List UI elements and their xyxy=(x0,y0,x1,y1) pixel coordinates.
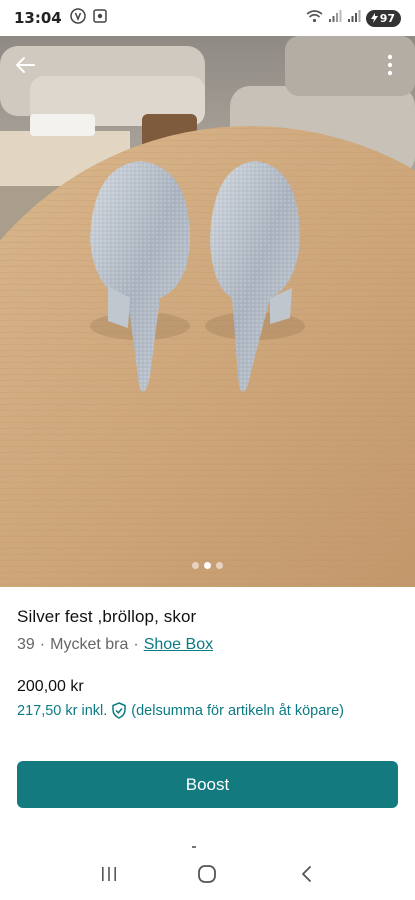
status-time: 13:04 xyxy=(14,9,62,27)
brand-link[interactable]: Shoe Box xyxy=(144,636,213,654)
gallery-indicator xyxy=(0,562,415,569)
status-bar: 13:04 97 xyxy=(0,0,415,36)
product-image xyxy=(0,36,415,587)
listing-size: 39 xyxy=(17,636,35,653)
screenshot-icon xyxy=(92,8,108,29)
product-photo[interactable] xyxy=(0,36,415,587)
charging-icon xyxy=(370,13,378,23)
nav-home-button[interactable] xyxy=(187,854,227,894)
meta-separator: · xyxy=(39,636,46,653)
more-vertical-icon xyxy=(387,54,393,76)
boost-button[interactable]: Boost xyxy=(17,761,398,808)
chevron-left-icon xyxy=(301,866,311,882)
nav-recents-button[interactable] xyxy=(89,854,129,894)
status-notification-icons xyxy=(70,7,108,29)
buyer-price-amount: 217,50 kr xyxy=(17,702,78,719)
battery-indicator: 97 xyxy=(365,9,401,27)
home-icon xyxy=(198,865,217,883)
vinted-notification-icon xyxy=(70,7,86,29)
buyer-price-note: (delsumma för artikeln åt köpare) xyxy=(131,702,345,719)
signal-icon-2 xyxy=(347,9,361,28)
more-options-button[interactable] xyxy=(375,50,405,80)
back-button[interactable] xyxy=(10,50,40,80)
buyer-price-info[interactable]: 217,50 kr inkl. (delsumma för artikeln å… xyxy=(17,702,398,719)
meta-separator: · xyxy=(133,636,139,653)
nav-back-button[interactable] xyxy=(286,854,326,894)
listing-title: Silver fest ,bröllop, skor xyxy=(17,607,197,626)
listing-details: Silver fest ,bröllop, skor 39 · Mycket b… xyxy=(0,587,415,719)
arrow-left-icon xyxy=(16,57,35,73)
recents-icon xyxy=(102,867,117,881)
listing-meta: 39 · Mycket bra · Shoe Box xyxy=(17,636,398,654)
listing-condition: Mycket bra xyxy=(50,636,129,653)
buyer-price-label: inkl. xyxy=(81,702,108,719)
listing-price: 200,00 kr xyxy=(17,678,84,695)
gallery-dot-active[interactable] xyxy=(204,562,211,569)
system-nav-bar xyxy=(0,848,415,900)
shield-check-icon xyxy=(111,702,127,719)
gallery-dot[interactable] xyxy=(216,562,223,569)
status-system-icons: 97 xyxy=(306,9,401,28)
battery-level: 97 xyxy=(379,11,395,25)
gallery-dot[interactable] xyxy=(192,562,199,569)
wifi-icon xyxy=(306,9,323,28)
signal-icon xyxy=(328,9,342,28)
